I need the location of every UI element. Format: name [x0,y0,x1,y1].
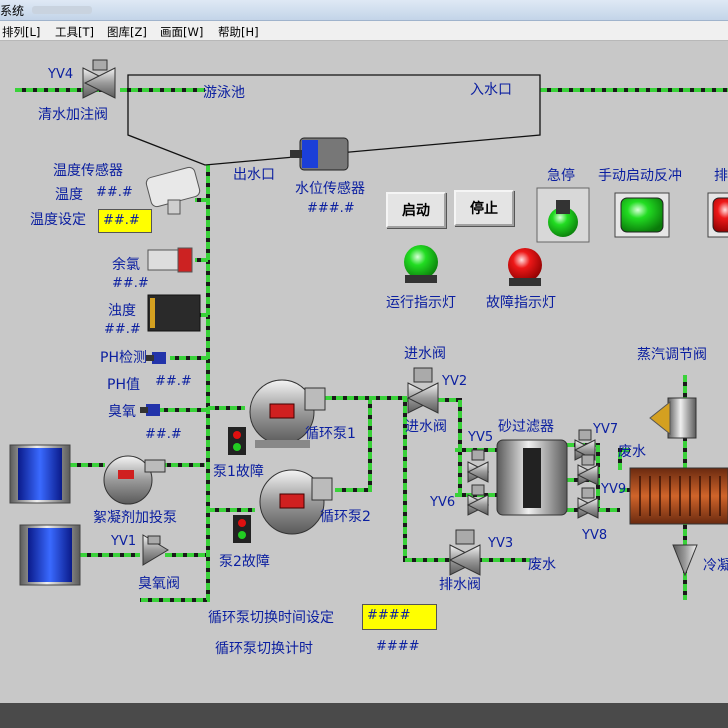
yv5-label: YV5 [468,430,494,445]
condenser-valve-icon [672,544,698,577]
flocculant-pump-label: 絮凝剂加投泵 [93,510,177,526]
sand-filter-label: 砂过滤器 [498,419,554,435]
manual-backwash-label: 手动启动反冲 [598,168,682,184]
pump1-label: 循环泵1 [305,426,356,442]
menu-screen[interactable]: 画面[W] [160,24,203,40]
yv7-label: YV7 [593,422,619,437]
turbidity-label: 浊度 [108,303,136,319]
ozone-value: ##.# [145,427,182,442]
fault-indicator-lamp-icon [508,248,542,286]
yv4-label: YV4 [48,67,74,82]
emergency-stop-icon [536,187,590,243]
estop-label: 急停 [547,168,575,184]
bottom-bar [0,703,728,728]
waste-water-2-label: 废水 [528,557,556,573]
heat-exchanger-icon [629,467,728,525]
ph-value: ##.# [155,374,192,389]
inlet-valve-label: 进水阀 [405,419,447,435]
flocculant-pump-icon [103,455,166,505]
menu-arrange[interactable]: 排列[L] [2,24,40,40]
yv3-valve-icon [448,529,482,576]
pump2-fault-label: 泵2故障 [219,554,270,570]
condenser-partial-label: 冷凝 [703,558,728,574]
ph-probe-icon [146,352,166,364]
ozone-probe-icon [140,404,160,416]
menu-help[interactable]: 帮助[H] [218,24,259,40]
start-button[interactable]: 启动 [386,192,446,228]
pump1-fault-label: 泵1故障 [213,464,264,480]
yv5-valve-icon [466,449,490,483]
menu-tools[interactable]: 工具[T] [55,24,94,40]
yv9-label: YV9 [601,482,627,497]
switch-timer-value: #### [376,639,420,654]
title-blurred-text [32,6,92,14]
steam-valve-icon [649,397,697,439]
chlorine-label: 余氯 [112,257,140,273]
temp-setting-label: 温度设定 [30,212,86,228]
yv8-label: YV8 [582,528,608,543]
pump2-label: 循环泵2 [320,509,371,525]
stop-button[interactable]: 停止 [454,190,514,226]
inlet-label: 入水口 [470,82,512,98]
chlorine-value: ##.# [112,276,149,291]
temp-label: 温度 [55,187,83,203]
drain-valve-label: 排水阀 [439,577,481,593]
ph-detect-label: PH检测 [100,350,147,366]
tank-1-icon [9,444,71,504]
switch-timer-label: 循环泵切换计时 [215,641,313,657]
run-indicator-label: 运行指示灯 [386,295,456,311]
menu-bar: 排列[L] 工具[T] 图库[Z] 画面[W] 帮助[H] [0,21,728,41]
switch-time-setting-label: 循环泵切换时间设定 [208,610,334,626]
waste-water-1-label: 废水 [618,444,646,460]
yv6-label: YV6 [430,495,456,510]
pool-label: 游泳池 [203,85,245,101]
menu-library[interactable]: 图库[Z] [107,24,147,40]
pump1-fault-indicator-icon [228,427,246,455]
title-bar: 系统 [0,0,728,21]
chlorine-sensor-icon [147,247,193,273]
yv2-label: YV2 [442,374,468,389]
turbidity-sensor-icon [147,294,201,332]
level-value: ###.# [307,201,355,216]
yv6-valve-icon [466,484,490,516]
fault-indicator-label: 故障指示灯 [486,295,556,311]
manual-backwash-lamp-icon [614,192,670,238]
clean-water-valve-label: 清水加注阀 [38,107,108,123]
yv1-valve-icon [142,534,169,566]
level-sensor-icon [290,137,349,171]
temp-setting-input[interactable]: ##.# [98,209,152,233]
turbidity-value: ##.# [104,322,141,337]
ozone-valve-label: 臭氧阀 [138,576,180,592]
yv1-label: YV1 [111,534,137,549]
temp-sensor-label: 温度传感器 [53,163,123,179]
yv2-valve-icon [406,367,440,414]
run-indicator-lamp-icon [404,245,438,283]
temp-value: ##.# [96,185,133,200]
pump2-fault-indicator-icon [233,515,251,543]
sand-filter-icon [496,439,568,516]
scada-canvas: YV4 清水加注阀 游泳池 入水口 出水口 水位传感器 ###.# 温度传感器 … [0,41,728,703]
temperature-sensor-icon [145,166,201,215]
yv4-valve-icon [82,59,116,99]
yv8-valve-icon [576,487,600,519]
tank-2-icon [19,524,81,586]
drain-lamp-icon [707,192,728,238]
window-title: 系统 [0,4,25,18]
ph-value-label: PH值 [107,377,140,393]
drain-partial-label: 排 [714,168,728,184]
outlet-label: 出水口 [233,167,275,183]
level-sensor-label: 水位传感器 [295,181,365,197]
yv3-label: YV3 [488,536,514,551]
steam-valve-label: 蒸汽调节阀 [637,347,707,363]
switch-time-setting-input[interactable]: #### [362,604,437,630]
ozone-label: 臭氧 [108,404,136,420]
inlet-valve-top-label: 进水阀 [404,346,446,362]
